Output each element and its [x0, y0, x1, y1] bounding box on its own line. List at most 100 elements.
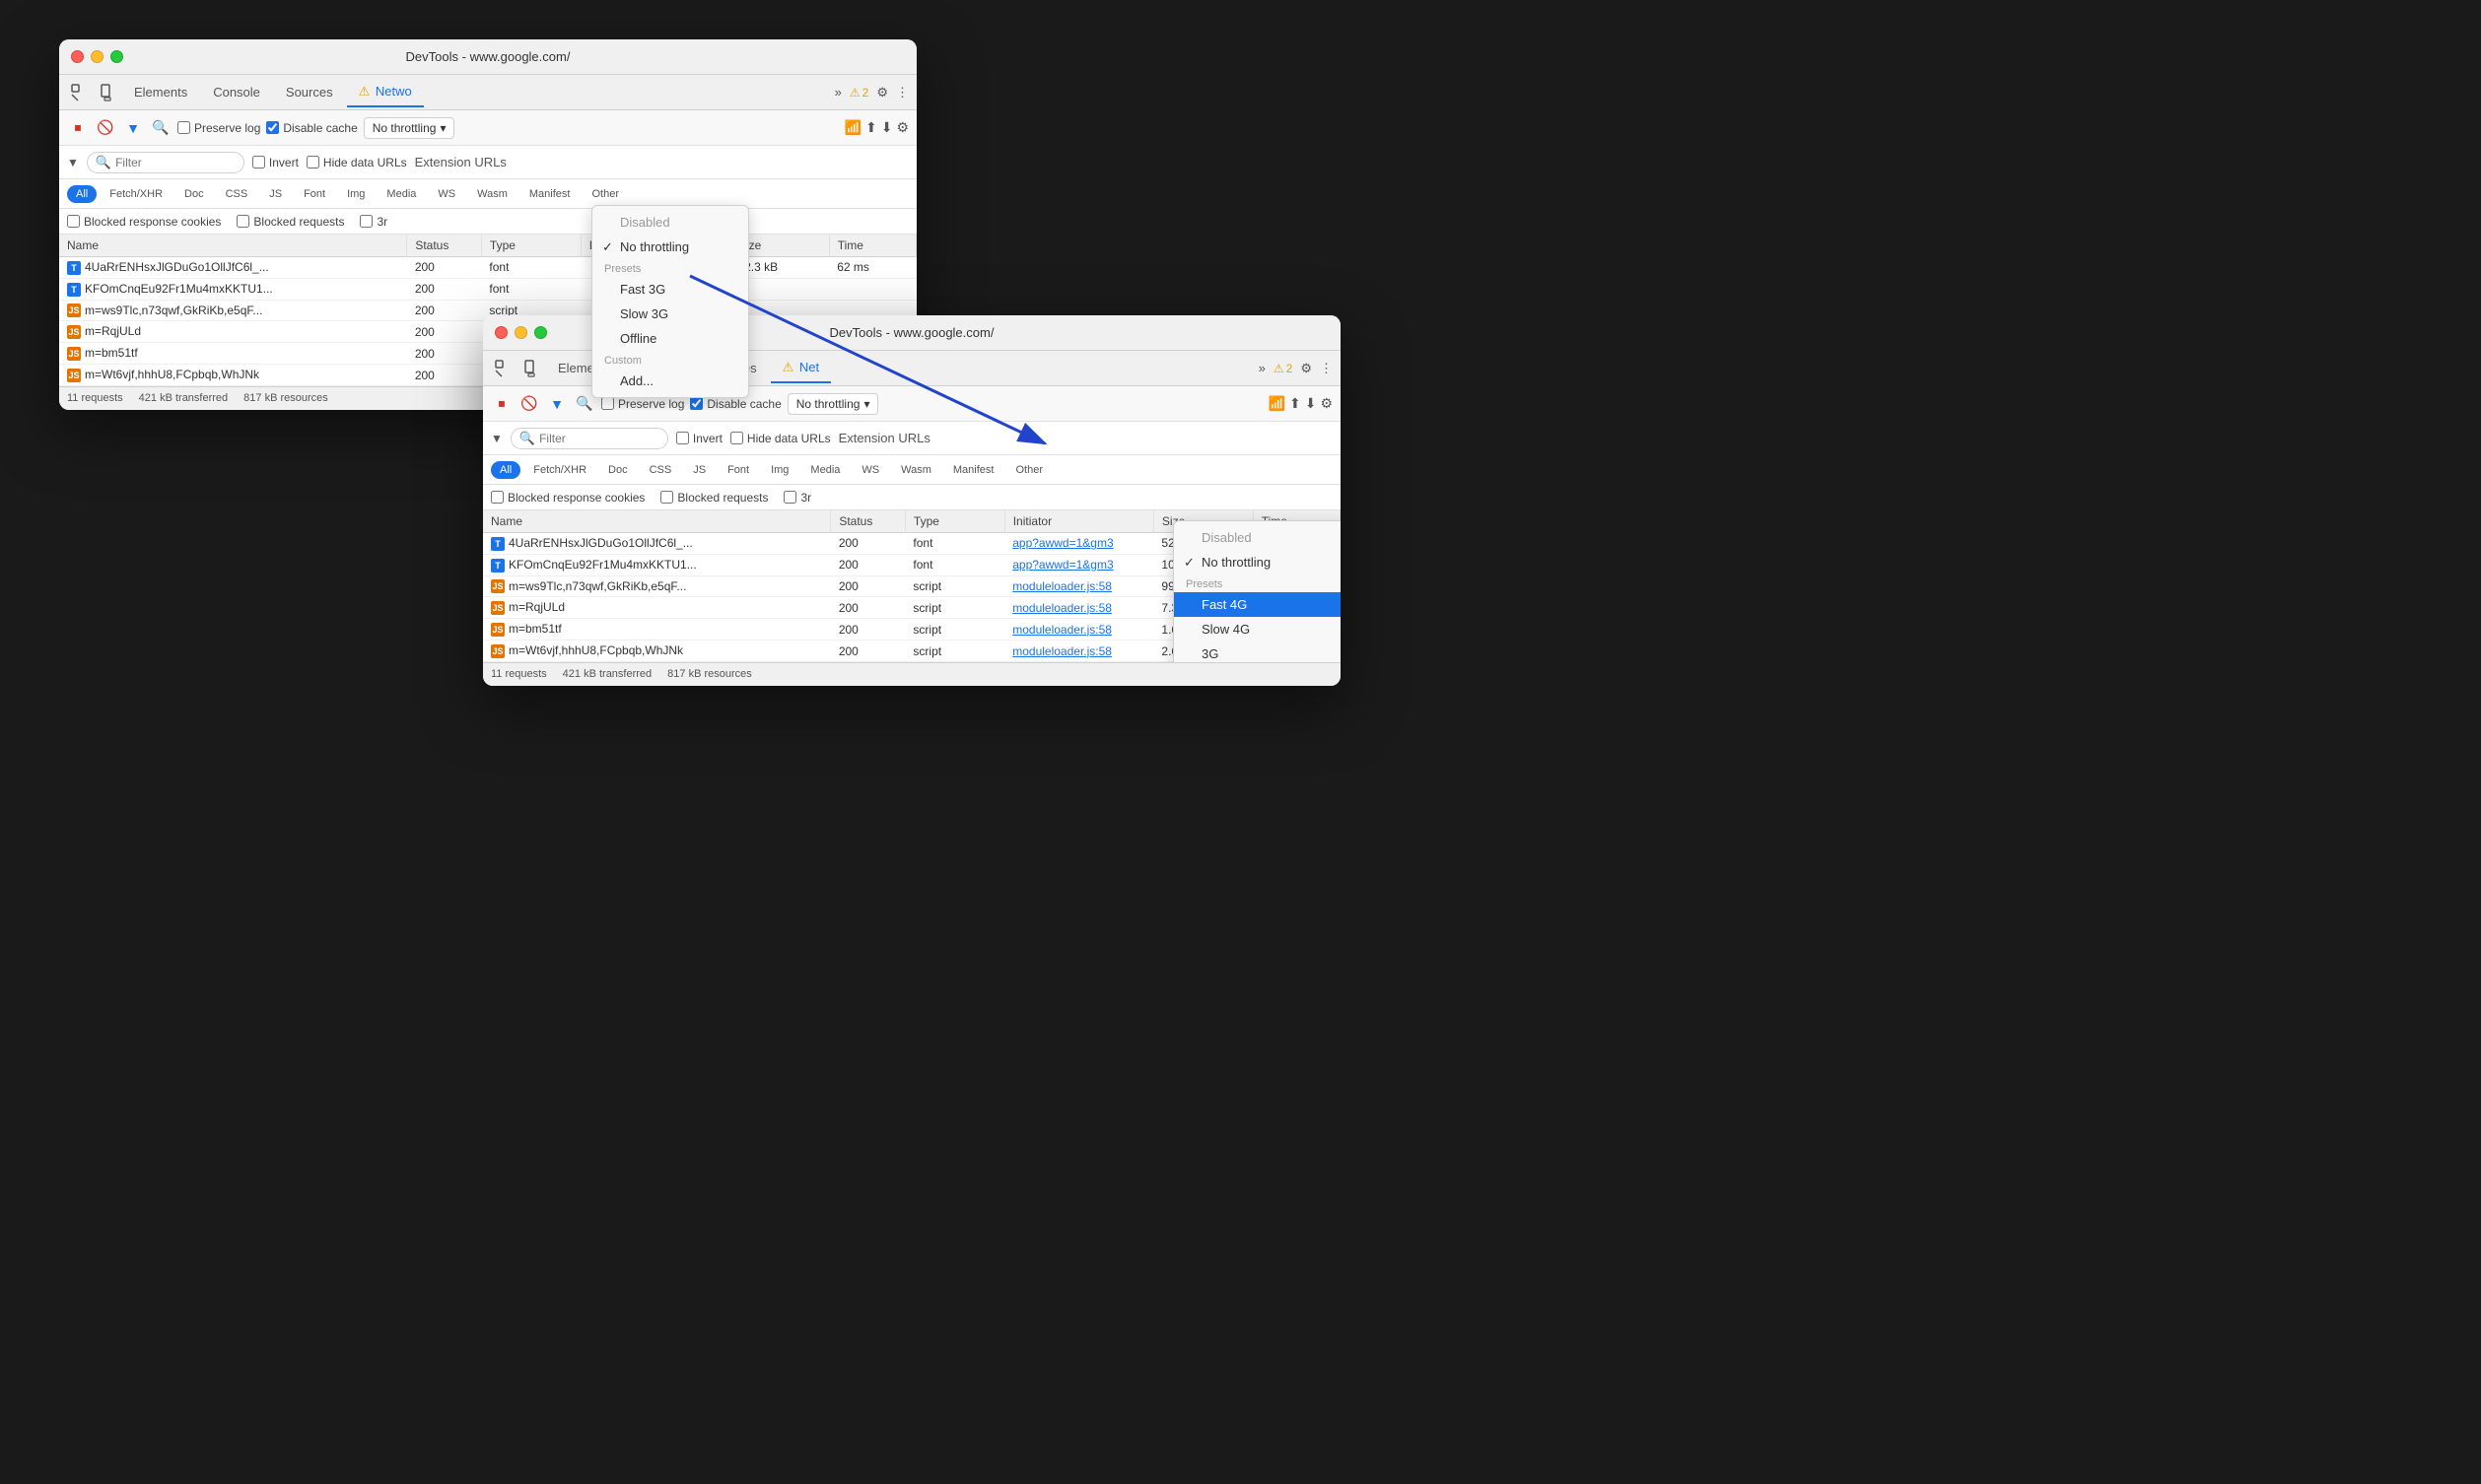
dropdown-add-back[interactable]: Add...: [592, 369, 748, 393]
type-wasm-back[interactable]: Wasm: [468, 185, 517, 203]
type-js-front[interactable]: JS: [684, 461, 715, 479]
type-media-front[interactable]: Media: [801, 461, 849, 479]
filter-icon-back[interactable]: ▼: [122, 117, 144, 139]
hide-data-check-back[interactable]: Hide data URLs: [307, 156, 407, 169]
record-stop-button-back[interactable]: ⏹: [67, 117, 89, 139]
download-icon-front[interactable]: ⬇: [1305, 395, 1317, 412]
col-header-name-front[interactable]: Name: [483, 510, 831, 533]
invert-check-front[interactable]: Invert: [676, 432, 723, 445]
minimize-button-front[interactable]: [515, 326, 527, 339]
col-header-name-back[interactable]: Name: [59, 235, 407, 257]
type-css-back[interactable]: CSS: [217, 185, 257, 203]
tab-network-front[interactable]: ⚠ Net: [771, 354, 832, 383]
filter-input-front[interactable]: [539, 432, 657, 445]
clear-button-back[interactable]: 🚫: [95, 117, 116, 139]
type-js-back[interactable]: JS: [260, 185, 291, 203]
preserve-log-check-front[interactable]: Preserve log: [601, 397, 684, 411]
close-button-back[interactable]: [71, 50, 84, 63]
type-font-front[interactable]: Font: [719, 461, 758, 479]
more-tabs-icon-front[interactable]: »: [1259, 361, 1266, 375]
type-manifest-front[interactable]: Manifest: [944, 461, 1003, 479]
initiator-link[interactable]: moduleloader.js:58: [1012, 601, 1112, 615]
network-settings-icon-back[interactable]: ⚙: [896, 119, 909, 136]
wifi-icon-front[interactable]: 📶: [1269, 395, 1285, 412]
dropdown-no-throttling-front[interactable]: No throttling: [1174, 550, 1341, 574]
filter-input-back[interactable]: [115, 156, 234, 169]
maximize-button-front[interactable]: [534, 326, 547, 339]
third-party-front[interactable]: 3r: [784, 491, 811, 505]
blocked-cookies-back[interactable]: Blocked response cookies: [67, 215, 221, 229]
table-row[interactable]: T4UaRrENHsxJlGDuGo1OllJfC6l_... 200 font…: [59, 257, 917, 279]
select-element-icon[interactable]: [67, 80, 93, 105]
clear-button-front[interactable]: 🚫: [518, 393, 540, 415]
maximize-button-back[interactable]: [110, 50, 123, 63]
type-fetch-front[interactable]: Fetch/XHR: [524, 461, 595, 479]
preserve-log-input-front[interactable]: [601, 397, 614, 410]
disable-cache-input-back[interactable]: [266, 121, 279, 134]
initiator-link[interactable]: moduleloader.js:58: [1012, 623, 1112, 637]
dropdown-slow3g-back[interactable]: Slow 3G: [592, 302, 748, 326]
search-button-back[interactable]: 🔍: [150, 117, 172, 139]
close-button-front[interactable]: [495, 326, 508, 339]
type-all-front[interactable]: All: [491, 461, 520, 479]
type-ws-back[interactable]: WS: [429, 185, 464, 203]
device-toolbar-icon-front[interactable]: [518, 356, 544, 381]
type-manifest-back[interactable]: Manifest: [520, 185, 580, 203]
initiator-link[interactable]: moduleloader.js:58: [1012, 579, 1112, 593]
type-fetch-back[interactable]: Fetch/XHR: [101, 185, 172, 203]
minimize-button-back[interactable]: [91, 50, 103, 63]
preserve-log-input-back[interactable]: [177, 121, 190, 134]
type-img-front[interactable]: Img: [762, 461, 797, 479]
type-other-front[interactable]: Other: [1006, 461, 1052, 479]
type-wasm-front[interactable]: Wasm: [892, 461, 940, 479]
dropdown-fast3g-back[interactable]: Fast 3G: [592, 277, 748, 302]
hide-data-input-back[interactable]: [307, 156, 319, 169]
blocked-requests-back[interactable]: Blocked requests: [237, 215, 344, 229]
type-ws-front[interactable]: WS: [853, 461, 888, 479]
initiator-link[interactable]: app?awwd=1&gm3: [1012, 558, 1113, 572]
more-options-icon-back[interactable]: ⋮: [896, 85, 909, 101]
type-other-back[interactable]: Other: [583, 185, 628, 203]
tab-console-back[interactable]: Console: [201, 79, 272, 105]
invert-input-back[interactable]: [252, 156, 265, 169]
tab-elements-back[interactable]: Elements: [122, 79, 199, 105]
col-header-type-front[interactable]: Type: [905, 510, 1004, 533]
more-tabs-icon[interactable]: »: [835, 85, 842, 100]
blocked-cookies-front[interactable]: Blocked response cookies: [491, 491, 645, 505]
record-stop-button-front[interactable]: ⏹: [491, 393, 513, 415]
initiator-link[interactable]: app?awwd=1&gm3: [1012, 536, 1113, 550]
more-options-icon-front[interactable]: ⋮: [1320, 361, 1333, 376]
dropdown-3g-front[interactable]: 3G: [1174, 641, 1341, 662]
settings-gear-icon-front[interactable]: ⚙: [1300, 361, 1312, 376]
network-settings-icon-front[interactable]: ⚙: [1320, 395, 1333, 412]
invert-check-back[interactable]: Invert: [252, 156, 299, 169]
col-header-type-back[interactable]: Type: [481, 235, 581, 257]
type-doc-front[interactable]: Doc: [599, 461, 637, 479]
disable-cache-check-back[interactable]: Disable cache: [266, 121, 357, 135]
initiator-link[interactable]: moduleloader.js:58: [1012, 644, 1112, 658]
type-media-back[interactable]: Media: [378, 185, 425, 203]
third-party-back[interactable]: 3r: [360, 215, 387, 229]
col-header-time-back[interactable]: Time: [829, 235, 916, 257]
col-header-status-back[interactable]: Status: [407, 235, 482, 257]
disable-cache-input-front[interactable]: [690, 397, 703, 410]
type-doc-back[interactable]: Doc: [175, 185, 213, 203]
upload-icon-back[interactable]: ⬆: [865, 119, 877, 136]
dropdown-offline-back[interactable]: Offline: [592, 326, 748, 351]
disable-cache-check-front[interactable]: Disable cache: [690, 397, 781, 411]
device-toolbar-icon[interactable]: [95, 80, 120, 105]
tab-network-back[interactable]: ⚠ Netwo: [347, 78, 424, 107]
wifi-icon-back[interactable]: 📶: [845, 119, 861, 136]
dropdown-fast4g-front[interactable]: Fast 4G: [1174, 592, 1341, 617]
tab-sources-back[interactable]: Sources: [274, 79, 345, 105]
select-element-icon-front[interactable]: [491, 356, 517, 381]
blocked-requests-front[interactable]: Blocked requests: [660, 491, 768, 505]
filter-icon-front[interactable]: ▼: [546, 393, 568, 415]
preserve-log-check-back[interactable]: Preserve log: [177, 121, 260, 135]
table-row[interactable]: TKFOmCnqEu92Fr1Mu4mxKKTU1... 200 font: [59, 278, 917, 300]
settings-gear-icon-back[interactable]: ⚙: [876, 85, 888, 101]
type-font-back[interactable]: Font: [295, 185, 334, 203]
dropdown-slow4g-front[interactable]: Slow 4G: [1174, 617, 1341, 641]
col-header-status-front[interactable]: Status: [831, 510, 906, 533]
dropdown-no-throttling-back[interactable]: No throttling: [592, 235, 748, 259]
